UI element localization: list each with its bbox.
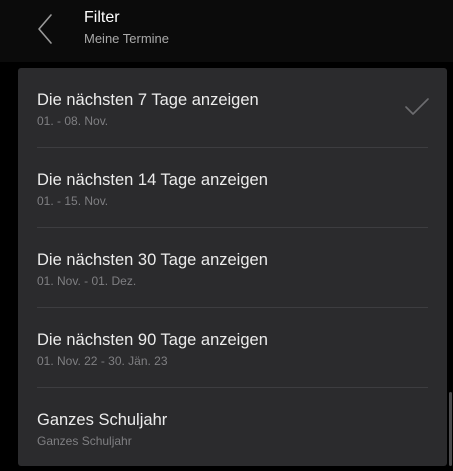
filter-options-sheet: Die nächsten 7 Tage anzeigen 01. - 08. N…	[18, 68, 447, 466]
option-date-range: 01. - 15. Nov.	[37, 194, 109, 208]
option-next-7-days[interactable]: Die nächsten 7 Tage anzeigen 01. - 08. N…	[18, 68, 447, 148]
checkmark-icon	[405, 98, 429, 115]
top-bar: Filter Meine Termine	[0, 0, 453, 62]
option-label: Die nächsten 90 Tage anzeigen	[37, 331, 268, 349]
option-label: Die nächsten 14 Tage anzeigen	[37, 171, 268, 189]
option-next-14-days[interactable]: Die nächsten 14 Tage anzeigen 01. - 15. …	[18, 148, 447, 228]
option-label: Die nächsten 30 Tage anzeigen	[37, 251, 268, 269]
header-text: Filter Meine Termine	[84, 8, 169, 47]
back-button[interactable]	[30, 10, 60, 48]
option-label: Die nächsten 7 Tage anzeigen	[37, 91, 259, 109]
option-next-30-days[interactable]: Die nächsten 30 Tage anzeigen 01. Nov. -…	[18, 228, 447, 308]
option-date-range: 01. Nov. - 01. Dez.	[37, 274, 137, 288]
scrollbar[interactable]	[449, 392, 452, 466]
filter-screen: Filter Meine Termine Die nächsten 7 Tage…	[0, 0, 453, 471]
option-date-range: Ganzes Schuljahr	[37, 434, 132, 448]
page-subtitle: Meine Termine	[84, 31, 170, 46]
chevron-left-icon	[38, 14, 52, 44]
option-whole-school-year[interactable]: Ganzes Schuljahr Ganzes Schuljahr	[18, 388, 447, 466]
option-label: Ganzes Schuljahr	[37, 411, 168, 429]
option-date-range: 01. - 08. Nov.	[37, 114, 109, 128]
option-date-range: 01. Nov. 22 - 30. Jän. 23	[37, 354, 168, 368]
option-next-90-days[interactable]: Die nächsten 90 Tage anzeigen 01. Nov. 2…	[18, 308, 447, 388]
page-title: Filter	[84, 9, 120, 26]
